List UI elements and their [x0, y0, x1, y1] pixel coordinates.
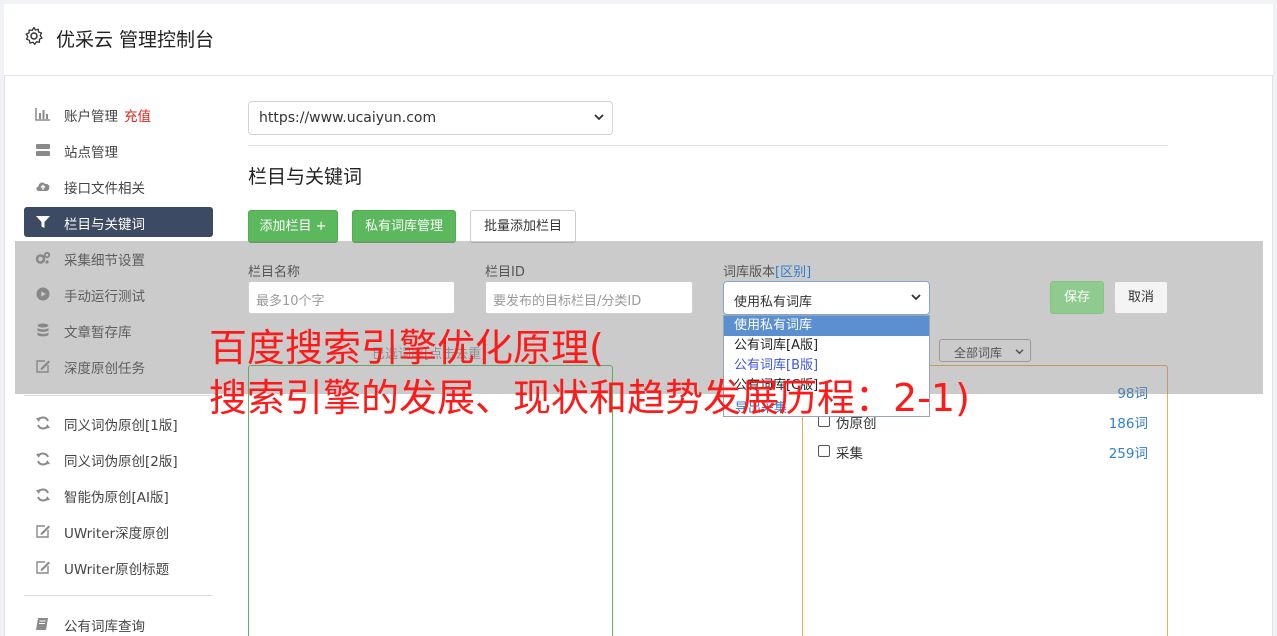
sidebar-divider: [24, 595, 213, 596]
chevron-down-icon: [594, 114, 604, 121]
gear-icon: [25, 26, 43, 45]
sidebar-item-label: UWriter原创标题: [64, 562, 170, 578]
section-divider: [248, 145, 1168, 146]
sidebar-item-label: 站点管理: [64, 145, 118, 161]
sidebar-item-uwriter-title[interactable]: UWriter原创标题: [24, 552, 213, 582]
column-id-label: 栏目ID: [485, 265, 525, 280]
refresh-icon: [36, 488, 50, 502]
sidebar-divider: [24, 395, 213, 396]
refresh-icon: [36, 416, 50, 430]
sidebar-item-api-files[interactable]: 接口文件相关: [24, 171, 213, 201]
sidebar-item-account[interactable]: 账户管理 充值: [24, 99, 213, 129]
section-title: 栏目与关键词: [248, 166, 363, 188]
lib-version-select[interactable]: 使用私有词库: [723, 281, 930, 315]
column-name-input[interactable]: 最多10个字: [248, 281, 455, 314]
recharge-link[interactable]: 充值: [124, 109, 151, 125]
refresh-icon: [36, 452, 50, 466]
lib-version-value: 使用私有词库: [734, 295, 813, 310]
sidebar-item-label: 公有词库查询: [64, 619, 145, 635]
export-collect-link[interactable]: 导出采集: [735, 397, 787, 416]
dropdown-option[interactable]: 公有词库[C版]: [724, 376, 929, 396]
cancel-button[interactable]: 取消: [1114, 281, 1168, 314]
lib-diff-link[interactable]: [区别]: [775, 265, 811, 280]
lib-name: 采集: [836, 446, 863, 462]
cloud-upload-icon: [36, 182, 50, 191]
site-select-value: https://www.ucaiyun.com: [259, 110, 437, 126]
sidebar-item-synonym-v2[interactable]: 同义词伪原创[2版]: [24, 444, 213, 474]
lib-version-label: 词库版本[区别]: [723, 261, 811, 280]
batch-add-button[interactable]: 批量添加栏目: [470, 210, 576, 243]
bar-chart-icon: [35, 108, 50, 121]
console-header: 优采云 管理控制台: [4, 4, 1273, 76]
selected-keywords-box[interactable]: [248, 365, 613, 636]
book-icon: [36, 618, 48, 630]
filter-icon: [36, 216, 50, 228]
lib-count[interactable]: 186词: [1109, 412, 1148, 432]
sidebar-item-label: UWriter深度原创: [64, 526, 170, 542]
dropdown-option[interactable]: 使用私有词库: [724, 316, 929, 336]
sidebar-item-public-lib[interactable]: 公有词库查询: [24, 609, 213, 636]
lib-checkbox[interactable]: [818, 445, 830, 457]
chevron-down-icon: [911, 294, 921, 301]
sidebar-item-label: 同义词伪原创[2版]: [64, 454, 178, 470]
edit-icon: [36, 561, 50, 574]
sidebar-item-ai-original[interactable]: 智能伪原创[AI版]: [24, 480, 213, 510]
column-name-label: 栏目名称: [248, 265, 301, 280]
lib-version-label-text: 词库版本: [723, 265, 776, 280]
sidebar-item-uwriter-deep[interactable]: UWriter深度原创: [24, 516, 213, 546]
column-name-placeholder: 最多10个字: [256, 294, 325, 309]
sidebar-item-label: 接口文件相关: [64, 181, 145, 197]
lib-count[interactable]: 259词: [1109, 442, 1148, 462]
private-lib-button[interactable]: 私有词库管理: [352, 210, 456, 243]
column-id-input[interactable]: 要发布的目标栏目/分类ID: [485, 281, 693, 314]
sidebar-item-synonym-v1[interactable]: 同义词伪原创[1版]: [24, 408, 213, 438]
site-select[interactable]: https://www.ucaiyun.com: [248, 101, 613, 135]
modal-overlay: [15, 241, 1263, 394]
edit-icon: [36, 525, 50, 538]
sidebar-item-label: 账户管理: [64, 109, 118, 125]
lib-row[interactable]: 采集 259词: [818, 441, 1148, 463]
sidebar-item-label: 智能伪原创[AI版]: [64, 490, 169, 506]
sidebar-item-label: 栏目与关键词: [64, 217, 145, 233]
save-button[interactable]: 保存: [1050, 281, 1104, 314]
sidebar-item-sites[interactable]: 站点管理: [24, 135, 213, 165]
dropdown-option[interactable]: 公有词库[A版]: [724, 336, 929, 356]
dropdown-option[interactable]: 公有词库[B版]: [724, 356, 929, 376]
server-icon: [36, 144, 50, 156]
sidebar-item-label: 同义词伪原创[1版]: [64, 418, 178, 434]
sidebar-item-columns-keywords[interactable]: 栏目与关键词: [24, 207, 213, 237]
add-column-button[interactable]: 添加栏目 +: [248, 210, 338, 243]
column-id-placeholder: 要发布的目标栏目/分类ID: [493, 294, 642, 309]
page-title: 优采云 管理控制台: [56, 29, 215, 51]
